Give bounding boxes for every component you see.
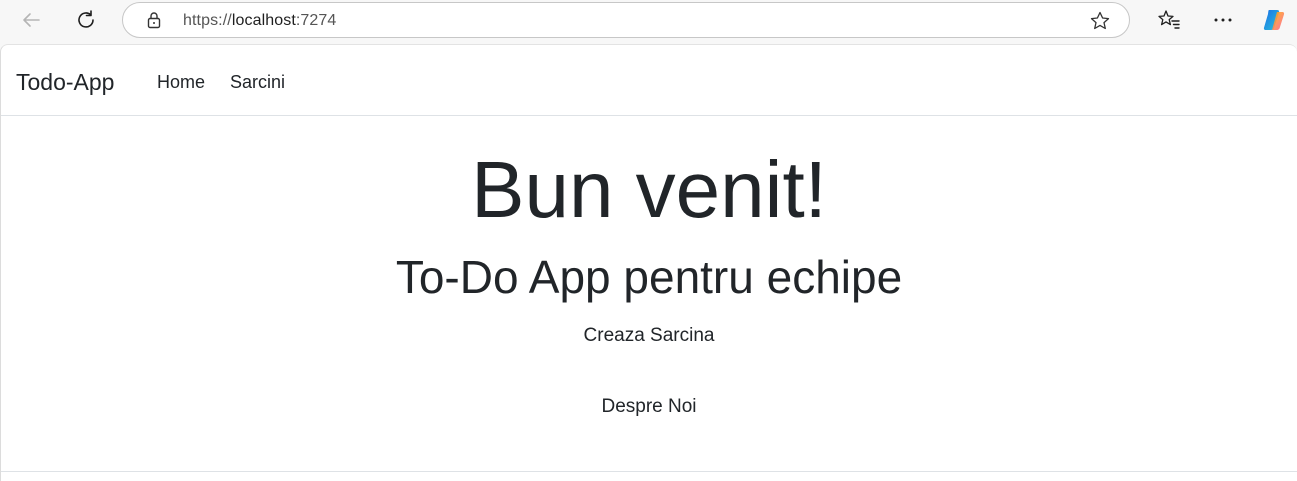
back-arrow-icon — [23, 13, 40, 27]
favorites-button[interactable] — [1153, 4, 1185, 36]
nav-link-sarcini[interactable]: Sarcini — [230, 71, 285, 93]
back-button[interactable] — [15, 4, 47, 36]
footer-divider — [1, 471, 1297, 472]
lock-icon[interactable] — [145, 11, 163, 29]
url-text[interactable]: https://localhost:7274 — [183, 11, 336, 31]
copilot-button[interactable] — [1258, 4, 1290, 36]
copilot-icon — [1263, 10, 1285, 30]
navbar-brand[interactable]: Todo-App — [16, 68, 114, 96]
favorites-icon — [1158, 10, 1180, 29]
more-button[interactable] — [1207, 4, 1239, 36]
url-host: localhost — [231, 12, 296, 29]
nav-link-home[interactable]: Home — [157, 71, 205, 93]
navbar: Todo-App Home Sarcini — [1, 45, 1297, 116]
page-title: Bun venit! — [471, 145, 827, 234]
address-bar[interactable]: https://localhost:7274 — [122, 2, 1130, 38]
star-icon[interactable] — [1089, 10, 1111, 32]
create-task-link[interactable]: Creaza Sarcina — [1, 324, 1297, 348]
url-port: :7274 — [295, 12, 337, 29]
page-viewport: Todo-App Home Sarcini Bun venit! To-Do A… — [0, 44, 1297, 481]
refresh-button[interactable] — [70, 4, 102, 36]
url-scheme: https:// — [183, 12, 232, 29]
page-subtitle: To-Do App pentru echipe — [395, 251, 903, 303]
more-icon — [1214, 18, 1232, 22]
browser-toolbar: https://localhost:7274 — [0, 0, 1297, 44]
about-us-link[interactable]: Despre Noi — [1, 395, 1297, 419]
refresh-icon — [78, 10, 94, 28]
